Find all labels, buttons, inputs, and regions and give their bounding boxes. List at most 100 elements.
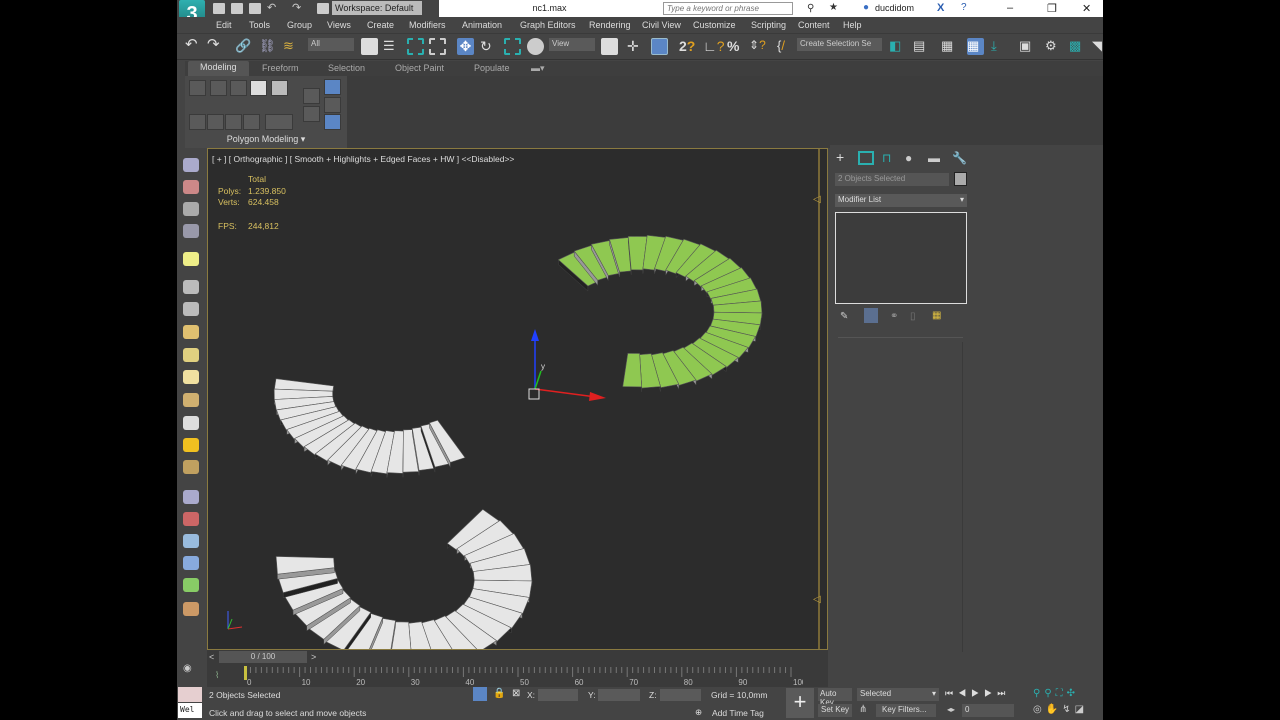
rectangular-selection-icon[interactable] xyxy=(407,38,424,55)
object-name-field[interactable]: 2 Objects Selected xyxy=(835,173,949,186)
create-icon[interactable]: + xyxy=(836,150,852,165)
menu-animation[interactable]: Animation xyxy=(462,20,502,30)
restore-icon[interactable]: ❐ xyxy=(1047,2,1057,15)
dumbbell-icon[interactable] xyxy=(183,512,199,526)
manipulate-icon[interactable]: ✛ xyxy=(627,38,644,55)
ribbon-toggle-icon[interactable]: ⤓ xyxy=(991,38,1008,55)
scene-canvas[interactable]: ◁ ◁ y xyxy=(208,149,827,649)
next-key-icon[interactable]: ▶ xyxy=(984,688,997,698)
modifier-list-dropdown[interactable]: Modifier List ▾ xyxy=(835,194,967,207)
next-frame-icon[interactable]: > xyxy=(311,652,316,662)
new-icon[interactable] xyxy=(213,3,225,14)
set-key-large-icon[interactable]: + xyxy=(786,688,814,718)
save-icon[interactable] xyxy=(249,3,261,14)
mirror-icon[interactable]: ◧ xyxy=(889,38,906,55)
reference-coordinate-dropdown[interactable]: View xyxy=(549,38,595,51)
select-and-rotate-icon[interactable]: ↻ xyxy=(480,38,497,55)
go-to-end-icon[interactable]: ⏭ xyxy=(997,688,1010,698)
show-end-result-icon[interactable] xyxy=(864,308,878,323)
prev-frame-icon[interactable]: < xyxy=(209,652,214,662)
align-icon[interactable]: ▤ xyxy=(913,38,930,55)
key-mode-dropdown[interactable]: Selected ▾ xyxy=(857,688,939,701)
menu-tools[interactable]: Tools xyxy=(249,20,270,30)
remove-modifier-icon[interactable]: ▯ xyxy=(910,311,916,322)
cube-icon[interactable] xyxy=(183,325,199,339)
gizmo-x-arrow[interactable] xyxy=(589,392,606,401)
menu-customize[interactable]: Customize xyxy=(693,20,736,30)
pivot-center-icon[interactable] xyxy=(601,38,618,55)
cone-icon[interactable] xyxy=(183,416,199,430)
menu-edit[interactable]: Edit xyxy=(216,20,232,30)
current-frame-field[interactable]: 0 xyxy=(962,704,1014,717)
link-icon[interactable]: 🔗 xyxy=(235,38,252,55)
select-and-move-icon[interactable]: ✥ xyxy=(457,38,474,55)
workspace-dropdown[interactable]: Workspace: Default xyxy=(332,1,422,15)
particles-icon[interactable] xyxy=(183,490,199,504)
layer-icon[interactable] xyxy=(183,202,199,216)
material-editor-icon[interactable]: ▣ xyxy=(1019,38,1036,55)
hemisphere-icon[interactable] xyxy=(183,348,199,362)
menu-create[interactable]: Create xyxy=(367,20,394,30)
gizmo-x-axis[interactable] xyxy=(534,388,597,398)
globe-icon[interactable] xyxy=(183,556,199,570)
gizmo-y-axis[interactable] xyxy=(534,370,542,390)
vertex-icon[interactable] xyxy=(189,80,206,96)
rendered-frame-window-icon[interactable]: ▩ xyxy=(1069,38,1086,55)
binoculars-icon[interactable]: ⚲ xyxy=(807,3,814,14)
default-tangent-icon[interactable]: ⋔ xyxy=(859,704,867,715)
curve-editor-icon[interactable]: ⌇ xyxy=(215,670,219,681)
add-time-tag[interactable]: Add Time Tag xyxy=(712,708,764,718)
modify-mode-down-icon[interactable] xyxy=(303,106,320,122)
shrink-icon[interactable] xyxy=(207,114,224,130)
zoom-extents-icon[interactable]: ⛶ xyxy=(1056,688,1067,699)
tab-object-paint[interactable]: Object Paint xyxy=(395,63,444,73)
viewport-nav-controls[interactable]: ⚲⚲⛶✣ xyxy=(1033,688,1079,699)
tab-populate[interactable]: Populate xyxy=(474,63,510,73)
menu-scripting[interactable]: Scripting xyxy=(751,20,786,30)
plant-icon[interactable] xyxy=(183,578,199,592)
key-mode-toggle-icon[interactable]: ◂▸ xyxy=(947,705,955,714)
gizmo-z-arrow[interactable] xyxy=(531,329,539,341)
z-coordinate-field[interactable] xyxy=(660,689,701,701)
undo-icon[interactable]: ↶ xyxy=(267,1,279,14)
preview-icon[interactable] xyxy=(265,114,293,130)
select-and-scale-icon[interactable] xyxy=(504,38,521,55)
viewport-nav-controls-2[interactable]: ◎✋↯◪ xyxy=(1033,704,1088,715)
menu-content[interactable]: Content xyxy=(798,20,830,30)
render-icon[interactable]: ◥ xyxy=(1092,38,1103,55)
ring-icon[interactable] xyxy=(225,114,242,130)
time-slider-thumb[interactable]: 0 / 100 xyxy=(219,651,307,663)
menu-civil-view[interactable]: Civil View xyxy=(642,20,681,30)
auto-key-button[interactable]: Auto Key xyxy=(818,688,852,707)
camera-icon[interactable] xyxy=(183,280,199,294)
selected-stair-step[interactable] xyxy=(622,352,643,388)
tube-icon[interactable] xyxy=(183,460,199,474)
angle-snap-icon[interactable]: ∟? xyxy=(703,38,725,55)
viewport-orthographic[interactable]: [ + ] [ Orthographic ] [ Smooth + Highli… xyxy=(207,148,828,650)
utilities-icon[interactable]: 🔧 xyxy=(952,151,968,165)
window-crossing-icon[interactable] xyxy=(429,38,446,55)
select-by-name-icon[interactable]: ☰ xyxy=(383,38,400,55)
selection-filter-dropdown[interactable]: All xyxy=(308,38,354,51)
layer-explorer-icon[interactable]: ▦ xyxy=(967,38,984,55)
percent-snap-icon[interactable]: % xyxy=(727,38,744,55)
lock-icon[interactable]: 🔒 xyxy=(493,688,505,699)
hair-icon[interactable] xyxy=(183,602,199,616)
snaps-toggle-icon[interactable]: 2? xyxy=(679,38,696,55)
scene-icon[interactable] xyxy=(183,224,199,238)
zoom-icon[interactable]: ⚲ xyxy=(1033,688,1044,699)
x-coordinate-field[interactable] xyxy=(538,689,578,701)
modifier-stack[interactable] xyxy=(835,212,967,304)
track-bar[interactable]: ⌇ 0 10 20 30 40 50 60 70 80 90 100 xyxy=(207,665,828,687)
user-name[interactable]: ducdidom xyxy=(875,3,914,13)
walk-through-icon[interactable]: ↯ xyxy=(1062,704,1074,715)
open-icon[interactable] xyxy=(231,3,243,14)
named-selection-dropdown[interactable]: Create Selection Se xyxy=(797,38,882,51)
menu-graph-editors[interactable]: Graph Editors xyxy=(520,20,576,30)
absolute-mode-icon[interactable]: ⊠ xyxy=(512,688,520,699)
current-frame-marker[interactable] xyxy=(244,666,247,680)
sun-icon[interactable] xyxy=(183,438,199,452)
orbit-icon[interactable]: ✣ xyxy=(1067,688,1079,699)
menu-modifiers[interactable]: Modifiers xyxy=(409,20,446,30)
redo-icon[interactable]: ↷ xyxy=(207,37,224,55)
